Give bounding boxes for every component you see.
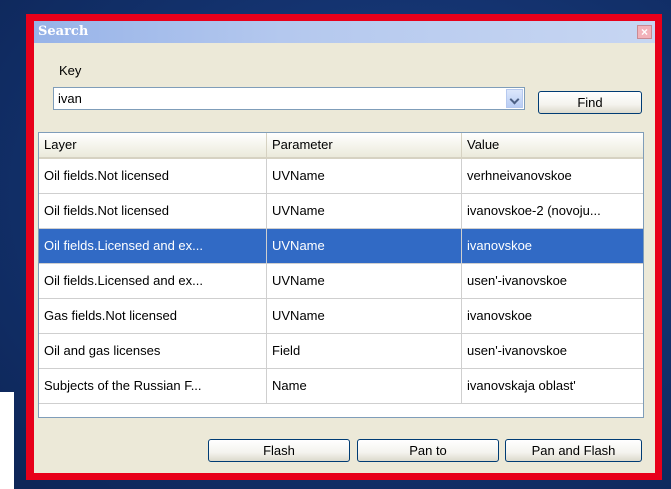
cell-layer: Subjects of the Russian F... <box>39 369 267 403</box>
table-row[interactable]: Oil fields.Licensed and ex... UVName use… <box>39 264 643 299</box>
cell-value: usen'-ivanovskoe <box>467 273 568 288</box>
key-combobox[interactable]: ivan <box>53 87 525 110</box>
table-row[interactable]: Gas fields.Not licensed UVName ivanovsko… <box>39 299 643 334</box>
cell-layer: Oil fields.Not licensed <box>39 159 267 193</box>
results-table: Layer Parameter Value Oil fields.Not lic… <box>38 132 644 418</box>
column-header-value[interactable]: Value <box>462 133 643 157</box>
table-row[interactable]: Oil fields.Not licensed UVName verhneiva… <box>39 159 643 194</box>
column-header-parameter[interactable]: Parameter <box>267 133 462 157</box>
table-row-selected[interactable]: Oil fields.Licensed and ex... UVName iva… <box>39 229 643 264</box>
cell-value: ivanovskoe <box>467 308 533 323</box>
chevron-down-icon[interactable] <box>506 89 523 108</box>
cell-parameter: UVName <box>267 229 462 263</box>
table-header: Layer Parameter Value <box>39 133 643 159</box>
window-title: Search <box>38 24 89 39</box>
cell-value: verhneivanovskoe <box>467 168 572 183</box>
cell-parameter: Field <box>267 334 462 368</box>
cell-parameter: UVName <box>267 159 462 193</box>
cell-parameter: UVName <box>267 264 462 298</box>
title-bar[interactable]: Search × <box>34 21 655 43</box>
find-button[interactable]: Find <box>538 91 642 114</box>
pan-to-button[interactable]: Pan to <box>357 439 499 462</box>
cell-layer: Oil fields.Licensed and ex... <box>39 229 267 263</box>
cell-layer: Oil fields.Not licensed <box>39 194 267 228</box>
pan-and-flash-button[interactable]: Pan and Flash <box>505 439 642 462</box>
close-icon[interactable]: × <box>637 25 652 39</box>
background-edge <box>0 392 14 489</box>
table-row[interactable]: Oil fields.Not licensed UVName ivanovsko… <box>39 194 643 229</box>
cell-value: ivanovskoe <box>467 238 533 253</box>
search-dialog: Search × Key ivan Find Layer Parameter V… <box>34 21 655 473</box>
cell-value: ivanovskaja oblast' <box>467 378 576 393</box>
table-row[interactable]: Subjects of the Russian F... Name ivanov… <box>39 369 643 404</box>
flash-button[interactable]: Flash <box>208 439 350 462</box>
key-input-value[interactable]: ivan <box>58 91 82 106</box>
table-row[interactable]: Oil and gas licenses Field usen'-ivanovs… <box>39 334 643 369</box>
cell-layer: Gas fields.Not licensed <box>39 299 267 333</box>
cell-value: usen'-ivanovskoe <box>467 343 568 358</box>
column-header-layer[interactable]: Layer <box>39 133 267 157</box>
cell-parameter: UVName <box>267 194 462 228</box>
cell-value: ivanovskoe-2 (novoju... <box>467 203 601 218</box>
cell-layer: Oil fields.Licensed and ex... <box>39 264 267 298</box>
cell-parameter: UVName <box>267 299 462 333</box>
key-label: Key <box>59 63 82 78</box>
cell-parameter: Name <box>267 369 462 403</box>
cell-layer: Oil and gas licenses <box>39 334 267 368</box>
